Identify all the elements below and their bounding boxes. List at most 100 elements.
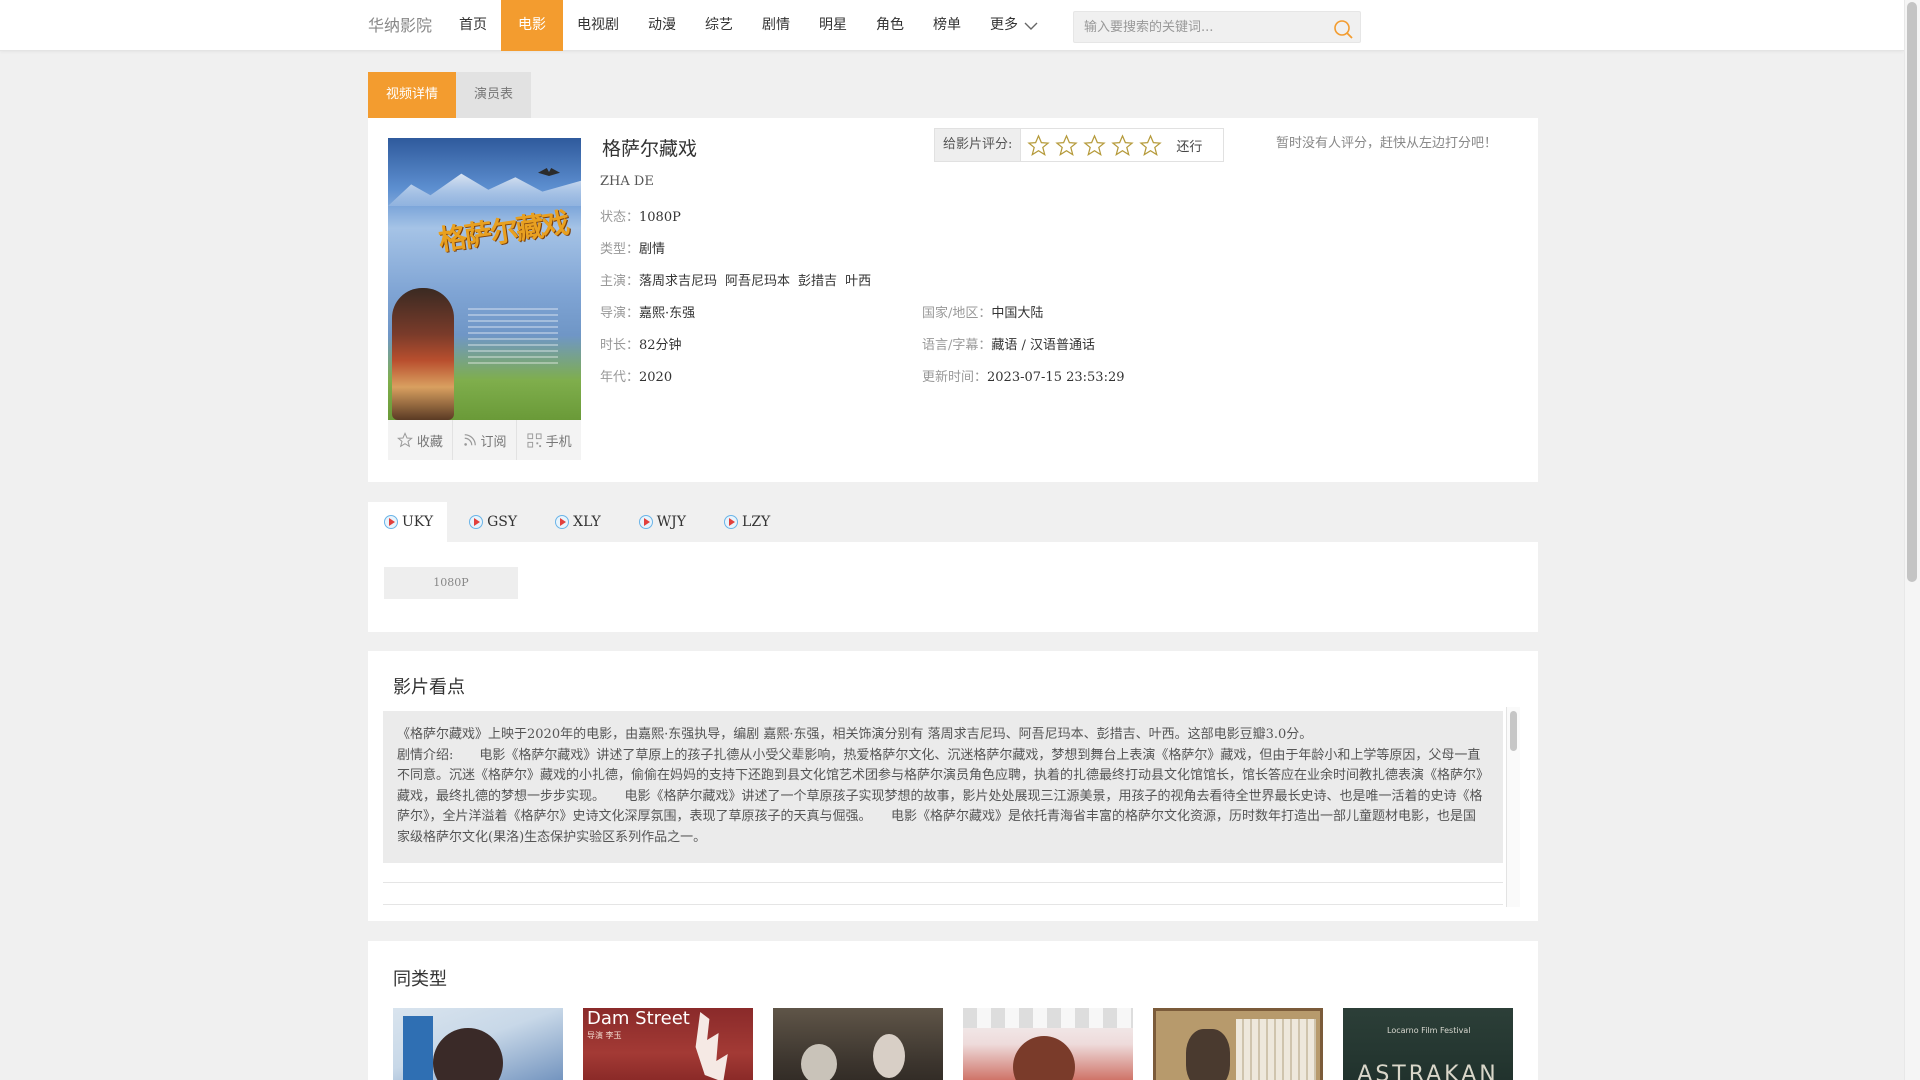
source-tab-lzy[interactable]: LZY [708,502,784,542]
similar-movie-thumb[interactable]: Locarno Film Festival ASTRAKAN [1343,1008,1513,1080]
chevron-down-icon [1024,22,1038,30]
similar-movies-card: 同类型 Dam Street 导演 李玉 Locarno Film Festiv… [368,941,1538,1080]
tab-cast[interactable]: 演员表 [456,72,532,118]
site-logo[interactable]: 华纳影院 [368,0,432,51]
rss-icon [463,434,476,446]
nav-more-label: 更多 [990,17,1018,33]
star-outline-icon[interactable] [1139,133,1163,157]
year-value[interactable]: 2020 [639,370,672,385]
region-key: 国家/地区： [922,306,992,321]
subscribe-label: 订阅 [480,434,507,450]
no-rating-notice: 暂时没有人评分，赶快从左边打分吧！ [1276,136,1498,151]
nav-item-home[interactable]: 首页 [444,0,502,51]
thumb-title: ASTRAKAN [1357,1062,1499,1080]
episode-list: 1080P [368,542,1538,632]
source-tab-uky[interactable]: UKY [368,502,448,542]
director-value[interactable]: 嘉熙·东强 [639,306,695,321]
type-row: 类型：剧情 [600,238,665,257]
actor-link[interactable]: 阿吾尼玛本 [725,274,790,289]
region-row: 国家/地区：中国大陆 [922,302,1043,321]
poster-mountains [388,173,581,206]
main-nav: 首页 电影 电视剧 动漫 综艺 剧情 明星 角色 榜单 更多 [444,0,1052,51]
similar-movie-thumb[interactable]: Dam Street 导演 李玉 [583,1008,753,1080]
actor-link[interactable]: 落周求吉尼玛 [639,274,717,289]
mobile-button[interactable]: 手机 [517,420,581,460]
poster-actions: 收藏 订阅 手机 [388,420,581,460]
status-row: 状态：1080P [600,206,681,225]
nav-item-rankings[interactable]: 榜单 [918,0,976,51]
nav-item-tv[interactable]: 电视剧 [562,0,634,51]
similar-movie-thumb[interactable] [963,1008,1133,1080]
synopsis-text: 《格萨尔藏戏》上映于2020年的电影，由嘉熙·东强执导，编剧 嘉熙·东强，相关饰… [383,711,1503,863]
duration-value: 82分钟 [639,338,682,353]
detail-tabs: 视频详情 演员表 [368,72,532,118]
play-icon [469,515,484,529]
nav-item-anime[interactable]: 动漫 [633,0,691,51]
search-icon[interactable] [1332,18,1354,40]
subscribe-button[interactable]: 订阅 [453,420,518,460]
divider [383,904,1503,905]
actor-link[interactable]: 彭措吉 [798,274,837,289]
play-icon [384,515,398,529]
search-input[interactable] [1074,12,1324,42]
synopsis-scrollbar-thumb[interactable] [1510,711,1517,751]
play-icon [555,515,570,529]
director-key: 导演： [600,306,640,321]
nav-item-stars[interactable]: 明星 [804,0,862,51]
star-outline-icon[interactable] [1111,133,1135,157]
poster-figure [392,288,454,420]
duration-row: 时长：82分钟 [600,334,682,353]
nav-item-roles[interactable]: 角色 [861,0,919,51]
language-row: 语言/字幕：藏语 / 汉语普通话 [922,334,1095,353]
favorite-button[interactable]: 收藏 [388,420,453,460]
star-outline-icon[interactable] [1055,133,1079,157]
source-label: LZY [742,514,771,530]
synopsis-card: 影片看点 《格萨尔藏戏》上映于2020年的电影，由嘉熙·东强执导，编剧 嘉熙·东… [368,651,1538,921]
rating-stars [1021,133,1163,157]
actor-link[interactable]: 叶西 [845,274,871,289]
nav-item-variety[interactable]: 综艺 [690,0,748,51]
type-value[interactable]: 剧情 [639,242,665,257]
search-box [1073,11,1361,43]
similar-movie-thumb[interactable] [1153,1008,1323,1080]
star-outline-icon [396,432,413,448]
tab-video-detail[interactable]: 视频详情 [368,72,457,118]
play-icon [724,515,739,529]
movie-english-title: ZHA DE [600,174,654,189]
source-tab-xly[interactable]: XLY [539,502,615,542]
poster-bird [538,168,560,176]
top-navbar: 华纳影院 首页 电影 电视剧 动漫 综艺 剧情 明星 角色 榜单 更多 [0,0,1904,51]
star-outline-icon[interactable] [1027,133,1051,157]
star-outline-icon[interactable] [1083,133,1107,157]
thumb-subtitle: 导演 李玉 [587,1031,622,1040]
source-label: XLY [573,514,601,530]
language-key: 语言/字幕： [922,338,992,353]
similar-movie-thumb[interactable] [773,1008,943,1080]
nav-more-menu[interactable]: 更多 [975,0,1053,51]
thumb-calligraphy [695,1012,728,1080]
page-scrollbar-thumb[interactable] [1907,2,1917,582]
mobile-label: 手机 [545,434,572,450]
movie-poster[interactable]: 格萨尔藏戏 [388,138,581,420]
type-key: 类型： [600,242,640,257]
movie-title: 格萨尔藏戏 [602,138,698,160]
poster-title: 格萨尔藏戏 [436,206,570,257]
source-tab-wjy[interactable]: WJY [623,502,700,542]
synopsis-body: 剧情介绍: 电影《格萨尔藏戏》讲述了草原上的孩子扎德从小受父辈影响，热爱格萨尔文… [397,747,1483,845]
nav-item-movies[interactable]: 电影 [501,0,563,51]
qrcode-icon [527,432,542,448]
language-value: 藏语 / 汉语普通话 [991,338,1096,353]
region-value[interactable]: 中国大陆 [991,306,1043,321]
similar-movie-thumb[interactable] [393,1008,563,1080]
episode-button[interactable]: 1080P [384,567,518,599]
status-value: 1080P [639,210,681,225]
thumb-festival: Locarno Film Festival [1387,1026,1471,1035]
rating-widget: 给影片评分: 还行 [934,128,1224,162]
source-tab-gsy[interactable]: GSY [453,502,531,542]
rating-label: 给影片评分: [935,129,1022,161]
divider [383,882,1503,883]
updated-value: 2023-07-15 23:53:29 [987,370,1125,385]
source-label: GSY [487,514,518,530]
nav-item-drama[interactable]: 剧情 [747,0,805,51]
synopsis-intro: 《格萨尔藏戏》上映于2020年的电影，由嘉熙·东强执导，编剧 嘉熙·东强，相关饰… [397,727,1313,742]
